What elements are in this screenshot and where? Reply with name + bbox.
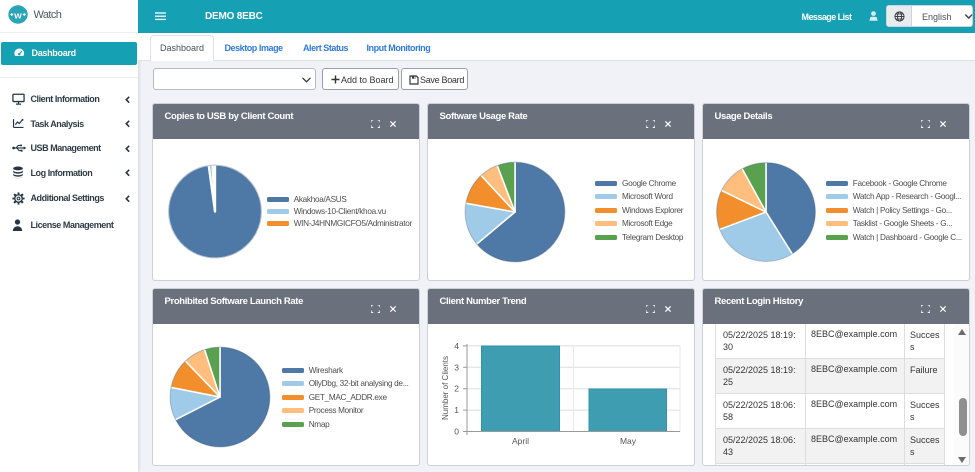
svg-text:0: 0 (454, 427, 459, 437)
svg-text:2: 2 (454, 384, 459, 394)
svg-text:3: 3 (454, 362, 459, 372)
svg-text:1: 1 (454, 405, 459, 415)
svg-text:Number of Clients: Number of Clients (441, 356, 450, 420)
svg-text:April: April (512, 436, 529, 446)
svg-text:w: w (13, 11, 22, 22)
svg-text:May: May (620, 436, 637, 446)
svg-text:4: 4 (454, 341, 459, 351)
